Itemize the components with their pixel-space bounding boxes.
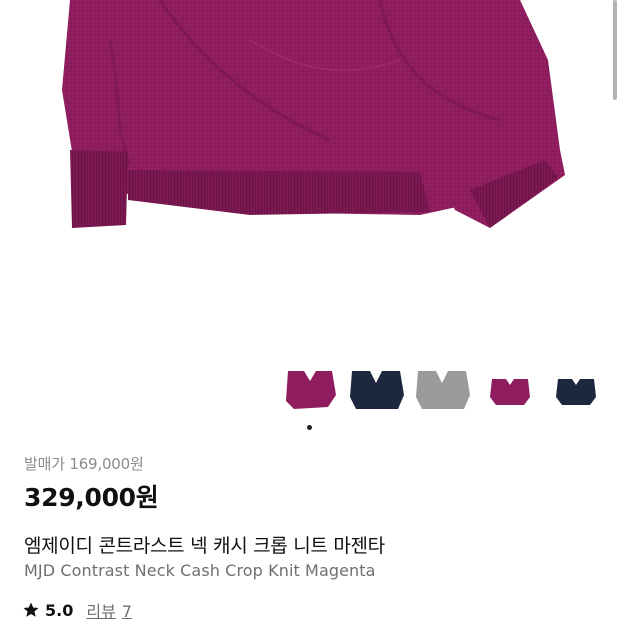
thumbnail-navy-small[interactable] bbox=[548, 365, 604, 415]
rating-row: 5.0 리뷰 7 bbox=[22, 599, 138, 620]
gallery-page-indicator bbox=[307, 425, 312, 430]
thumbnail-navy-front[interactable] bbox=[348, 365, 404, 415]
sweater-thumbnail-image bbox=[490, 379, 530, 405]
current-price: 329,000원 bbox=[24, 483, 159, 512]
review-link[interactable]: 리뷰 7 bbox=[86, 598, 138, 620]
review-count: 7 bbox=[121, 602, 132, 620]
rating-score: 5.0 bbox=[45, 600, 74, 620]
product-main-image[interactable] bbox=[0, 0, 620, 345]
product-name-korean: 엠제이디 콘트라스트 넥 캐시 크롭 니트 마젠타 bbox=[24, 535, 385, 557]
thumbnail-magenta-small[interactable] bbox=[482, 365, 538, 415]
scrollbar[interactable] bbox=[613, 0, 617, 100]
sweater-thumbnail-image bbox=[350, 371, 404, 409]
original-price: 발매가 169,000원 bbox=[24, 455, 144, 473]
thumbnail-strip bbox=[0, 365, 620, 415]
review-label: 리뷰 bbox=[86, 602, 116, 620]
thumbnail-magenta-front[interactable] bbox=[282, 365, 338, 415]
sweater-thumbnail-image bbox=[556, 379, 596, 405]
thumbnail-gray-front[interactable] bbox=[414, 365, 470, 415]
sweater-thumbnail-image bbox=[416, 371, 470, 409]
product-name-english: MJD Contrast Neck Cash Crop Knit Magenta bbox=[24, 561, 376, 580]
star-icon bbox=[23, 602, 39, 617]
sweater-thumbnail-image bbox=[286, 371, 336, 409]
knit-sweater-illustration bbox=[62, 0, 565, 228]
